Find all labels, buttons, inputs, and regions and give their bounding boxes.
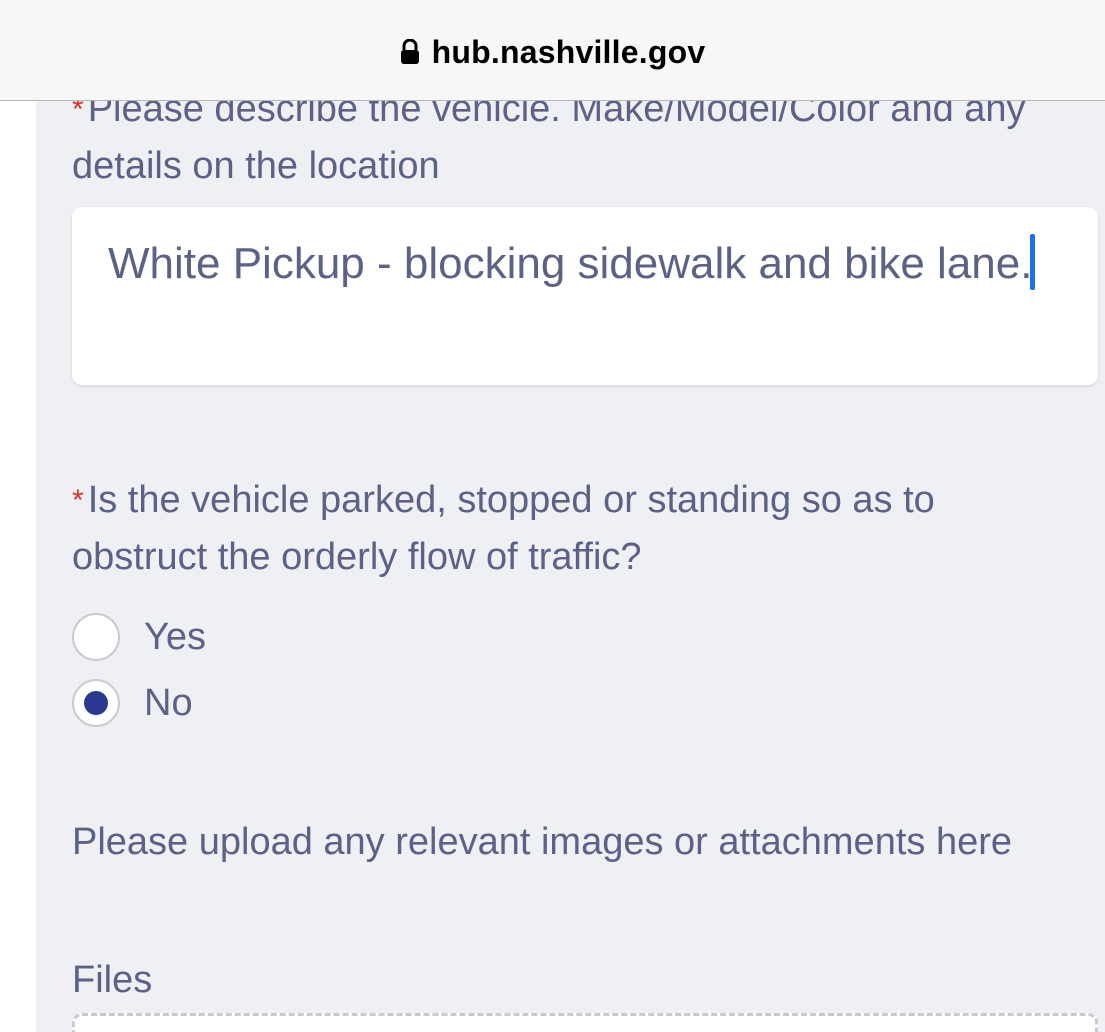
upload-label: Please upload any relevant images or att…: [72, 821, 1012, 863]
radio-yes-label[interactable]: Yes: [144, 616, 206, 659]
required-marker: *: [72, 484, 84, 517]
radio-yes-button[interactable]: [72, 613, 120, 661]
radio-no-label[interactable]: No: [144, 682, 193, 725]
obstruct-question-text: Is the vehicle parked, stopped or standi…: [72, 479, 935, 578]
vehicle-description-textarea[interactable]: White Pickup - blocking sidewalk and bik…: [72, 207, 1098, 385]
obstruct-question-label: * Is the vehicle parked, stopped or stand…: [72, 472, 1072, 586]
page-gutter: [0, 101, 36, 1032]
radio-no-button[interactable]: [72, 679, 120, 727]
radio-option-no[interactable]: No: [72, 679, 193, 727]
radio-option-yes[interactable]: Yes: [72, 613, 206, 661]
lock-icon: [400, 38, 420, 65]
form-content: * Please describe the vehicle. Make/Model…: [36, 101, 1105, 1032]
browser-address-bar[interactable]: hub.nashville.gov: [0, 0, 1105, 101]
vehicle-question-text: Please describe the vehicle. Make/Model/…: [72, 101, 1026, 187]
text-caret: [1030, 234, 1036, 290]
vehicle-question-label: * Please describe the vehicle. Make/Model…: [72, 101, 1072, 195]
required-marker: *: [72, 101, 84, 126]
vehicle-description-value: White Pickup - blocking sidewalk and bik…: [108, 239, 1033, 288]
file-dropzone[interactable]: [72, 1013, 1098, 1032]
url-text[interactable]: hub.nashville.gov: [432, 34, 706, 71]
radio-selected-dot: [84, 691, 108, 715]
files-label: Files: [72, 959, 153, 1001]
